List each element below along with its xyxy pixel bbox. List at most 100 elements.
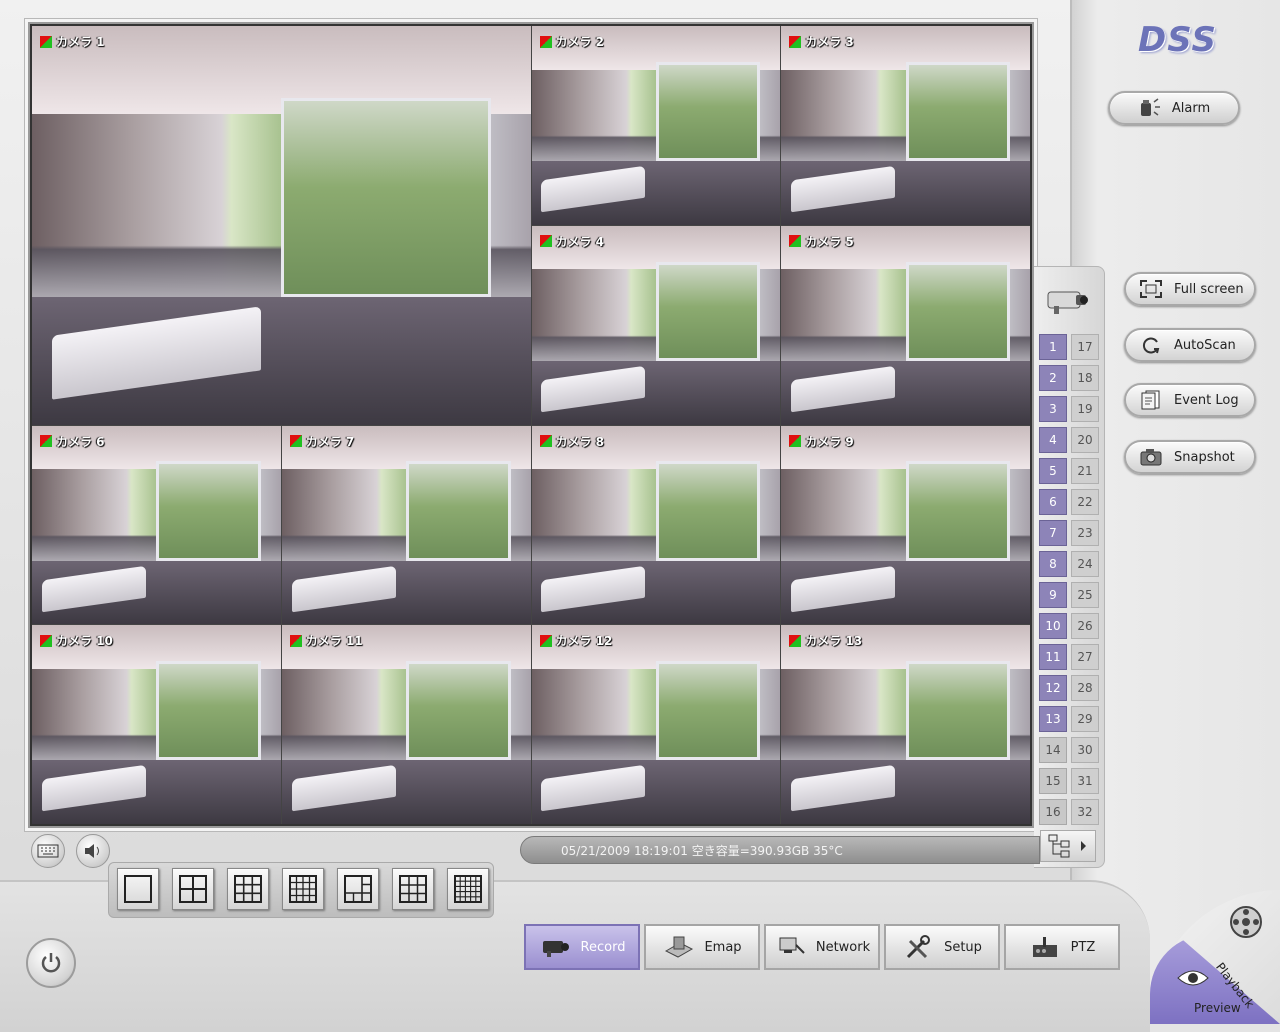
recording-flag-icon (539, 235, 552, 248)
layout-grid-icon (289, 875, 317, 903)
camera-tile[interactable]: カメラ 10 (32, 625, 281, 824)
scene-window (406, 461, 511, 561)
channel-button[interactable]: 19 (1071, 396, 1099, 422)
channel-button[interactable]: 4 (1039, 427, 1067, 453)
camera-label: カメラ 6 (40, 433, 105, 450)
layout-1+5-button[interactable] (337, 868, 379, 910)
layout-2x2-button[interactable] (172, 868, 214, 910)
camera-tile[interactable]: カメラ 1 (32, 26, 531, 425)
record-camera-icon (542, 941, 569, 957)
audio-button[interactable] (76, 834, 110, 868)
channel-button[interactable]: 7 (1039, 520, 1067, 546)
camera-name: カメラ 10 (56, 634, 113, 649)
camera-label: カメラ 12 (539, 632, 612, 649)
camera-tile[interactable]: カメラ 11 (281, 625, 531, 824)
camera-tile[interactable]: カメラ 8 (531, 425, 781, 625)
camera-name: カメラ 3 (805, 35, 854, 49)
layout-5x5-button[interactable] (447, 868, 489, 910)
channel-button[interactable]: 15 (1039, 768, 1067, 794)
channel-button[interactable]: 23 (1071, 520, 1099, 546)
scene-window (406, 661, 511, 761)
camera-tile[interactable]: カメラ 3 (781, 26, 1030, 225)
scene-window (281, 97, 491, 297)
tab-label: Setup (944, 939, 982, 955)
channel-button[interactable]: 24 (1071, 551, 1099, 577)
setup-tools-icon (907, 935, 931, 959)
channel-button[interactable]: 12 (1039, 675, 1067, 701)
snapshot-label: Snapshot (1174, 449, 1235, 465)
channel-button[interactable]: 11 (1039, 644, 1067, 670)
channel-button[interactable]: 13 (1039, 706, 1067, 732)
tab-ptz[interactable]: PTZ (1004, 924, 1120, 970)
tab-label: Emap (704, 939, 742, 955)
camera-grid: カメラ 1 カメラ 2 カメラ 3 カメラ 4 カメラ 5 カメラ 6 カメラ 7 カメラ 8… (32, 26, 1030, 824)
recording-flag-icon (40, 35, 52, 48)
recording-flag-icon (789, 35, 802, 48)
channel-button[interactable]: 26 (1071, 613, 1099, 639)
snapshot-button[interactable]: Snapshot (1124, 440, 1256, 474)
tab-emap[interactable]: Emap (644, 924, 760, 970)
full-screen-button[interactable]: Full screen (1124, 272, 1256, 306)
camera-tile[interactable]: カメラ 7 (281, 425, 531, 625)
autoscan-button[interactable]: AutoScan (1124, 328, 1256, 362)
channel-button[interactable]: 29 (1071, 706, 1099, 732)
keyboard-button[interactable] (31, 834, 65, 868)
power-button[interactable] (26, 938, 76, 988)
channel-button[interactable]: 31 (1071, 768, 1099, 794)
camera-tile[interactable]: カメラ 12 (531, 625, 781, 824)
channel-button[interactable]: 3 (1039, 396, 1067, 422)
alarm-button[interactable]: Alarm (1108, 91, 1240, 125)
tab-label: Record (580, 939, 626, 955)
full-screen-label: Full screen (1174, 281, 1244, 297)
camera-tile[interactable]: カメラ 13 (781, 625, 1030, 824)
channel-button[interactable]: 17 (1071, 334, 1099, 360)
camera-name: カメラ 9 (805, 434, 854, 449)
channel-button[interactable]: 1 (1039, 334, 1067, 360)
tab-setup[interactable]: Setup (884, 924, 1000, 970)
channel-button[interactable]: 28 (1071, 675, 1099, 701)
channel-button[interactable]: 20 (1071, 427, 1099, 453)
channel-button[interactable]: 25 (1071, 582, 1099, 608)
camera-label: カメラ 11 (289, 632, 363, 649)
channel-button[interactable]: 8 (1039, 551, 1067, 577)
recording-flag-icon (289, 435, 302, 447)
recording-flag-icon (40, 634, 52, 647)
camera-tile[interactable]: カメラ 9 (781, 425, 1030, 625)
tab-label: Network (815, 939, 871, 955)
channel-button[interactable]: 10 (1039, 613, 1067, 639)
scene-window (905, 261, 1011, 361)
channel-button[interactable]: 32 (1071, 799, 1099, 825)
channel-button[interactable]: 14 (1039, 737, 1067, 763)
channel-button[interactable]: 5 (1039, 458, 1067, 484)
camera-icon (1047, 291, 1088, 314)
channel-button[interactable]: 30 (1071, 737, 1099, 763)
camera-tile[interactable]: カメラ 4 (531, 225, 781, 425)
channel-button[interactable]: 6 (1039, 489, 1067, 515)
camera-name: カメラ 8 (555, 434, 605, 449)
channel-button[interactable]: 9 (1039, 582, 1067, 608)
channel-button[interactable]: 2 (1039, 365, 1067, 391)
channel-button[interactable]: 27 (1071, 644, 1099, 670)
scene-window (905, 461, 1011, 561)
layout-4x4-button[interactable] (282, 868, 324, 910)
camera-tile[interactable]: カメラ 5 (781, 225, 1030, 425)
layout-expand-button[interactable] (1040, 830, 1096, 862)
layout-3x3-button[interactable] (227, 868, 269, 910)
channel-button[interactable]: 21 (1071, 458, 1099, 484)
eye-icon (1177, 970, 1209, 986)
camera-label: カメラ 5 (789, 233, 854, 250)
tab-record[interactable]: Record (524, 924, 640, 970)
layout-1x1-button[interactable] (117, 868, 159, 910)
recording-flag-icon (289, 634, 302, 647)
channel-button[interactable]: 22 (1071, 489, 1099, 515)
layout-1+7-button[interactable] (392, 868, 434, 910)
event-log-button[interactable]: Event Log (1124, 383, 1256, 417)
fullscreen-icon (1140, 280, 1162, 298)
layout-grid-icon (234, 875, 262, 903)
camera-tile[interactable]: カメラ 6 (32, 425, 281, 625)
channel-button[interactable]: 18 (1071, 365, 1099, 391)
channel-button[interactable]: 16 (1039, 799, 1067, 825)
camera-tile[interactable]: カメラ 2 (531, 26, 781, 225)
status-text: 05/21/2009 18:19:01 空き容量=390.93GB 35°C (561, 843, 843, 858)
tab-network[interactable]: Network (764, 924, 880, 970)
